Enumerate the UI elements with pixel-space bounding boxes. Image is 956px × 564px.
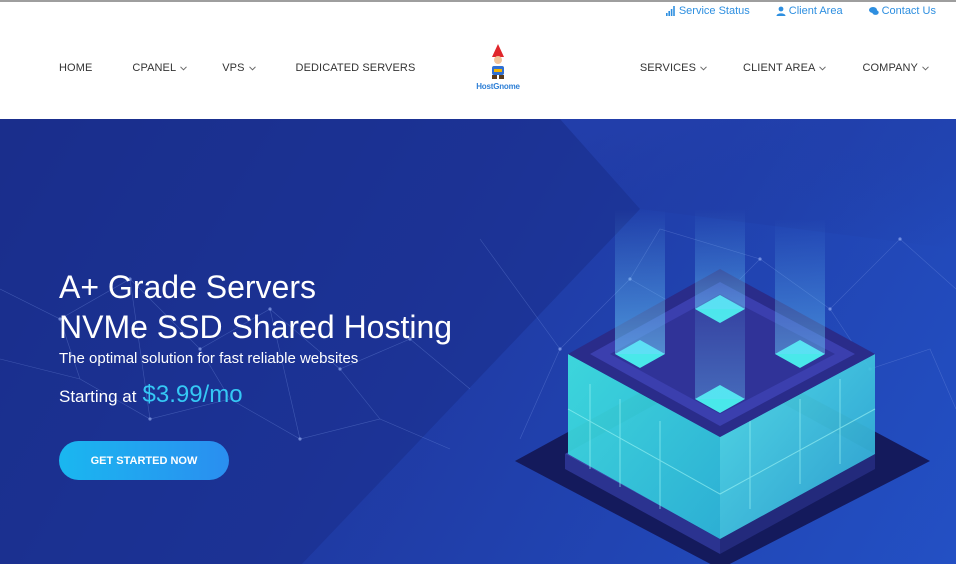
page: Service Status Client Area Contact Us HO… [0, 0, 956, 564]
nav-company-label: COMPANY [862, 62, 918, 74]
hero-price: Starting at $3.99/mo [59, 381, 243, 409]
nav-cpanel[interactable]: CPANEL [132, 62, 188, 74]
contact-us-label: Contact Us [881, 5, 936, 17]
nav-home[interactable]: HOME [59, 62, 92, 74]
nav-dedicated-servers[interactable]: DEDICATED SERVERS [296, 62, 416, 74]
gnome-icon [492, 44, 504, 79]
nav-right: SERVICES CLIENT AREA COMPANY [604, 62, 929, 74]
hero-banner: A+ Grade Servers NVMe SSD Shared Hosting… [0, 119, 956, 564]
nav-company[interactable]: COMPANY [862, 62, 929, 74]
nav-left: HOME CPANEL VPS DEDICATED SERVERS [59, 62, 455, 74]
hostgnome-logo[interactable]: HostGnome [472, 44, 524, 94]
client-area-label: Client Area [788, 5, 843, 17]
service-status-link[interactable]: Service Status [665, 5, 750, 17]
contact-us-link[interactable]: Contact Us [868, 5, 936, 17]
chevron-down-icon [922, 65, 929, 71]
chevron-down-icon [819, 65, 827, 71]
price-value: $3.99/mo [142, 381, 243, 408]
nav-cpanel-label: CPANEL [132, 62, 177, 74]
nav-client-area-label: CLIENT AREA [743, 62, 816, 74]
nav-home-label: HOME [59, 62, 93, 74]
logo-text: HostGnome [476, 82, 520, 91]
service-status-label: Service Status [678, 5, 750, 17]
nav-client-area[interactable]: CLIENT AREA [743, 62, 827, 74]
signal-bars-icon [665, 6, 675, 16]
server-illustration [515, 209, 930, 564]
hero-title-line2: NVMe SSD Shared Hosting [59, 309, 453, 345]
nav-dedicated-servers-label: DEDICATED SERVERS [295, 62, 416, 74]
top-utility-bar: Service Status Client Area Contact Us [665, 2, 936, 20]
hero-title-line1: A+ Grade Servers [59, 269, 316, 305]
nav-vps[interactable]: VPS [222, 62, 256, 74]
hero-subtitle: The optimal solution for fast reliable w… [59, 350, 359, 367]
nav-services-label: SERVICES [639, 62, 697, 74]
chevron-down-icon [700, 65, 707, 71]
hero-title: A+ Grade Servers NVMe SSD Shared Hosting [59, 267, 452, 347]
get-started-button[interactable]: GET STARTED NOW [59, 441, 229, 480]
chevron-down-icon [180, 65, 188, 71]
price-prefix: Starting at [59, 387, 137, 406]
chevron-down-icon [248, 65, 256, 71]
user-icon [776, 6, 786, 16]
client-area-link[interactable]: Client Area [776, 5, 843, 17]
chat-bubbles-icon [868, 7, 879, 15]
nav-vps-label: VPS [222, 62, 245, 74]
nav-services[interactable]: SERVICES [640, 62, 707, 74]
main-header: HOME CPANEL VPS DEDICATED SERVERS HostGn… [0, 20, 956, 119]
